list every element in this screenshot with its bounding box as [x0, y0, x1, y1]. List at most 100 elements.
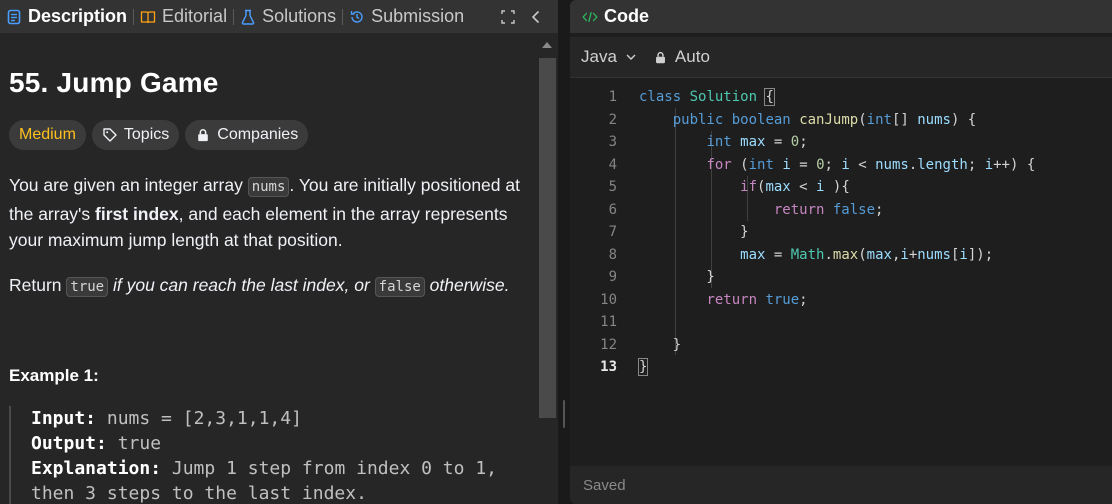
code-panel-header: Code [570, 0, 1112, 33]
code-text: } [637, 358, 649, 377]
code-text: } [639, 336, 682, 353]
example-title: Example 1: [9, 365, 99, 385]
code-text: int max = 0; [706, 134, 808, 151]
code-line: 9 } [570, 266, 1112, 289]
code-line: 8 max = Math.max(max,i+nums[i]); [570, 244, 1112, 267]
line-number: 11 [600, 314, 617, 331]
divider-handle[interactable] [563, 400, 565, 428]
tab-submission[interactable]: Submission [343, 0, 470, 33]
line-number: 4 [608, 156, 617, 173]
line-number: 8 [608, 246, 617, 263]
scroll-up-icon[interactable] [542, 42, 552, 48]
description-panel: Description Editorial Solutions Submissi… [0, 0, 558, 504]
auto-mode[interactable]: Auto [653, 47, 710, 67]
code-text: } [639, 224, 749, 241]
panel-divider[interactable] [558, 0, 570, 504]
desc-text: You are given an integer array [9, 175, 248, 195]
maximize-icon[interactable] [500, 9, 516, 25]
code-text: } [639, 269, 715, 286]
code-text: return true; [706, 291, 808, 308]
line-number: 7 [608, 224, 617, 241]
line-number: 13 [600, 359, 617, 376]
save-status: Saved [583, 476, 626, 494]
left-tab-bar: Description Editorial Solutions Submissi… [0, 0, 558, 33]
code-text: for (int i = 0; i < nums.length; i++) { [706, 156, 1036, 173]
code-line: 6 return false; [570, 199, 1112, 222]
line-number: 12 [600, 336, 617, 353]
description-icon [6, 9, 22, 25]
tab-solutions[interactable]: Solutions [234, 0, 342, 33]
output-value: true [106, 432, 162, 454]
code-line: 7 } [570, 221, 1112, 244]
tab-label: Description [28, 6, 128, 26]
code-line: 4 for (int i = 0; i < nums.length; i++) … [570, 154, 1112, 177]
companies-button[interactable]: Companies [185, 120, 309, 150]
tag-icon [102, 127, 118, 143]
problem-return-statement: Return true if you can reach the last in… [9, 272, 529, 300]
code-line: 13 } [570, 356, 1112, 379]
code-line: 10 return true; [570, 289, 1112, 312]
collapse-icon[interactable] [528, 9, 544, 25]
lock-icon [195, 127, 211, 143]
example-explanation: Explanation: Jump 1 step from index 0 to… [31, 456, 529, 481]
code-line: 3 int max = 0; [570, 131, 1112, 154]
code-text: public boolean canJump(int[] nums) { [672, 111, 977, 128]
code-text: return false; [773, 201, 884, 218]
line-number: 10 [600, 291, 617, 308]
line-number: 3 [608, 134, 617, 151]
problem-content: 55. Jump Game Medium Topics Companies Yo… [9, 33, 529, 504]
line-number: 5 [608, 179, 617, 196]
scrollbar-thumb[interactable] [539, 58, 556, 418]
return-italic: otherwise. [424, 274, 510, 295]
topics-button[interactable]: Topics [91, 120, 180, 150]
line-number: 2 [608, 111, 617, 128]
history-icon [349, 9, 365, 25]
inline-code-nums: nums [247, 177, 290, 197]
input-value: nums = [2,3,1,1,4] [96, 407, 302, 429]
editor-status-bar: Saved [570, 466, 1112, 504]
difficulty-badge[interactable]: Medium [9, 120, 86, 150]
topics-label: Topics [123, 126, 170, 143]
output-label: Output: [31, 432, 107, 454]
tab-editorial[interactable]: Editorial [134, 0, 233, 33]
code-line: 12 } [570, 334, 1112, 357]
tab-label: Editorial [162, 6, 228, 26]
example-output: Output: true [31, 431, 529, 456]
return-italic: if you can reach the last index, or [108, 274, 375, 295]
code-icon [582, 9, 598, 25]
input-label: Input: [31, 407, 97, 429]
inline-code-true: true [66, 276, 109, 297]
example-block: Input: nums = [2,3,1,1,4] Output: true E… [9, 405, 529, 504]
editor-toolbar: Java Auto [570, 37, 1112, 78]
code-line: 11 [570, 311, 1112, 334]
explanation-value: Jump 1 step from index 0 to 1, [161, 457, 497, 479]
tab-label: Submission [371, 6, 465, 26]
line-number: 1 [608, 89, 617, 106]
companies-label: Companies [217, 126, 299, 143]
problem-tags: Medium Topics Companies [9, 120, 529, 150]
example-explanation-cont: then 3 steps to the last index. [31, 482, 367, 504]
line-number: 9 [608, 269, 617, 286]
code-line: 1 class Solution { [570, 86, 1112, 109]
code-line: 5 if(max < i ){ [570, 176, 1112, 199]
example-input: Input: nums = [2,3,1,1,4] [31, 406, 529, 431]
code-editor[interactable]: 1 class Solution { 2 public boolean canJ… [570, 86, 1112, 466]
code-text: if(max < i ){ [740, 179, 850, 196]
code-panel: Code Java Auto 1 class Solution { 2 publ… [570, 0, 1112, 504]
tab-actions [500, 9, 558, 25]
code-text: class Solution { [639, 88, 775, 107]
chevron-down-icon [623, 49, 639, 65]
code-line: 2 public boolean canJump(int[] nums) { [570, 109, 1112, 132]
flask-icon [240, 9, 256, 25]
book-icon [140, 9, 156, 25]
return-text: Return [9, 274, 67, 295]
inline-code-false: false [374, 276, 425, 297]
auto-mode-label: Auto [674, 47, 710, 66]
code-text: max = Math.max(max,i+nums[i]); [740, 246, 994, 263]
line-number: 6 [608, 201, 617, 218]
tab-description[interactable]: Description [0, 0, 133, 33]
problem-title: 55. Jump Game [9, 67, 219, 98]
language-select[interactable]: Java [581, 47, 639, 67]
language-label: Java [581, 47, 617, 66]
lock-icon [653, 49, 669, 65]
